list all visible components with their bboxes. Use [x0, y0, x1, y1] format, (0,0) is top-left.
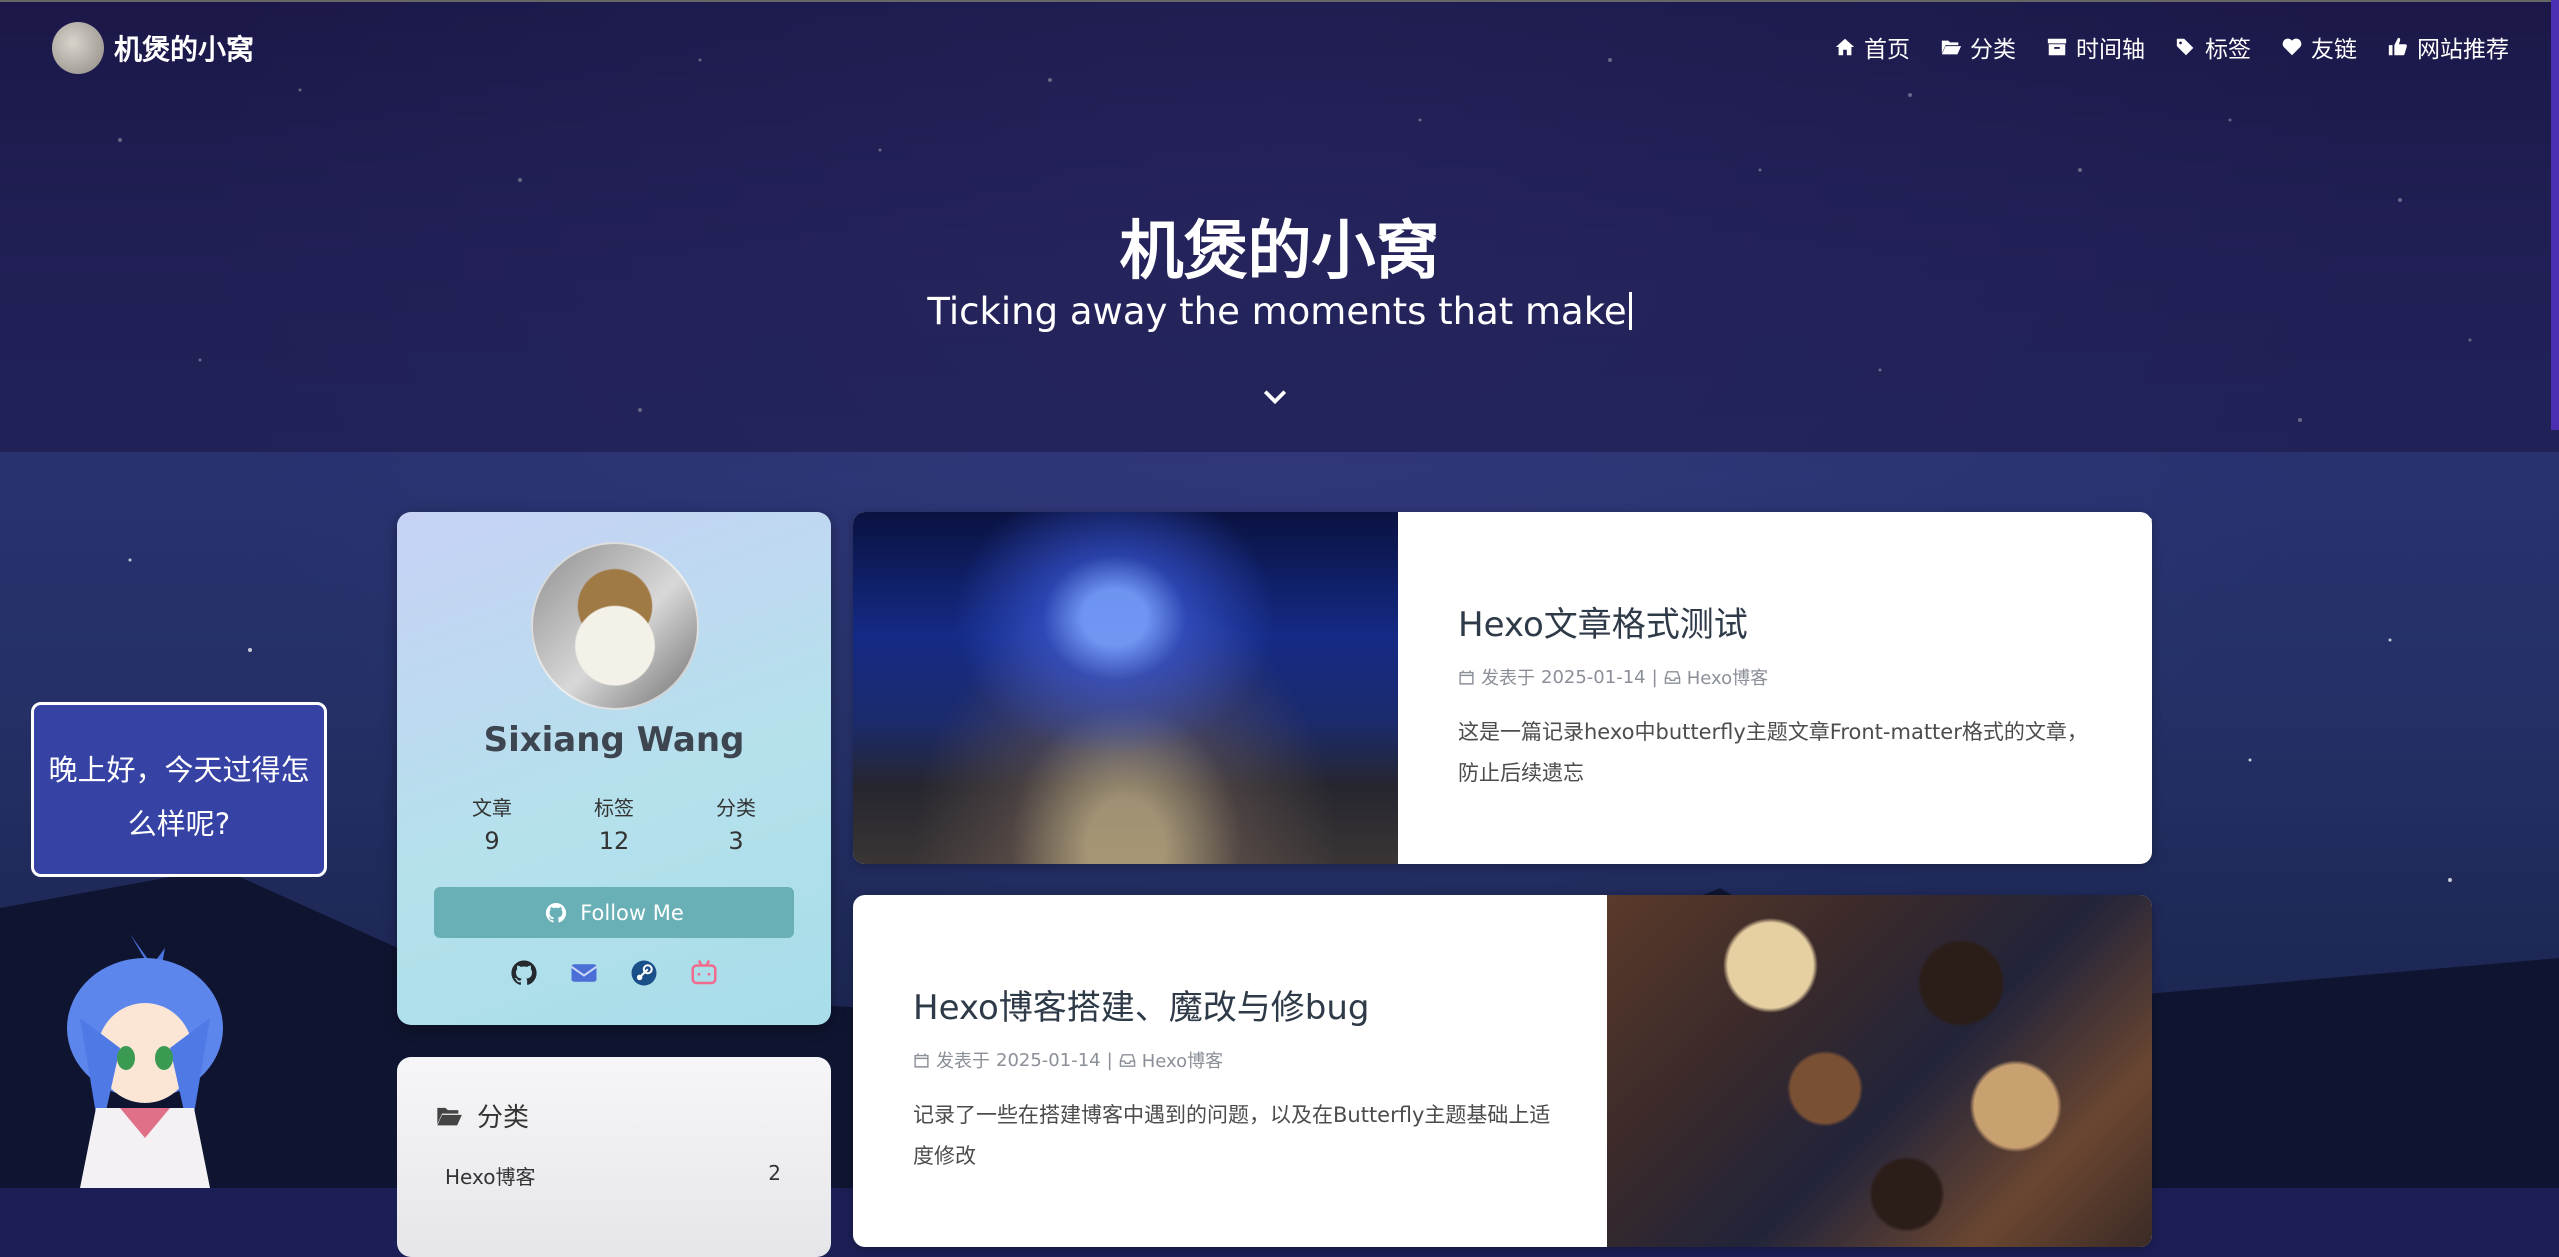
meta-separator: |	[1651, 666, 1658, 688]
post-cover-image[interactable]	[1607, 895, 2152, 1247]
nav-item-timeline[interactable]: 时间轴	[2046, 30, 2145, 64]
tags-icon	[2176, 38, 2194, 56]
stat-value: 12	[598, 827, 630, 855]
home-icon	[1835, 38, 1855, 56]
category-card-title: 分类	[435, 1097, 529, 1134]
calendar-icon	[1459, 669, 1474, 685]
post-date-prefix: 发表于	[1481, 668, 1535, 689]
thumbs-up-icon	[2388, 37, 2407, 56]
avatar[interactable]	[531, 542, 699, 710]
profile-card: Sixiang Wang 文章 9 标签 12 分类 3 Follow Me	[397, 512, 831, 1025]
mascot-character[interactable]	[60, 928, 230, 1188]
post-excerpt: 记录了一些在搭建博客中遇到的问题，以及在Butterfly主题基础上适度修改	[913, 1103, 1551, 1168]
nav-label: 时间轴	[2076, 37, 2145, 63]
github-icon[interactable]	[509, 958, 539, 988]
steam-icon[interactable]	[629, 958, 659, 988]
nav-label: 首页	[1864, 37, 1910, 63]
greeting-bubble: 晚上好，今天过得怎么样呢?	[31, 702, 327, 877]
nav-label: 网站推荐	[2417, 37, 2509, 63]
folder-open-icon	[1941, 40, 1962, 55]
social-links	[397, 958, 831, 988]
post-info: Hexo文章格式测试 发表于 2025-01-14 | Hexo博客 这是一篇记…	[1458, 512, 2098, 864]
chevron-down-icon[interactable]	[1262, 383, 1288, 409]
stat-value: 9	[484, 827, 500, 855]
post-category[interactable]: Hexo博客	[1687, 664, 1768, 690]
stat-value: 3	[728, 827, 744, 855]
site-subtitle: Ticking away the moments that make	[0, 290, 2559, 333]
category-item-hexo[interactable]: Hexo博客 2	[445, 1161, 781, 1190]
category-name: Hexo博客	[445, 1165, 536, 1189]
post-meta: 发表于 2025-01-14 | Hexo博客	[1458, 664, 2098, 690]
folder-open-icon	[437, 1107, 462, 1125]
logo-avatar	[52, 22, 104, 74]
top-border	[0, 0, 2559, 2]
nav-item-home[interactable]: 首页	[1834, 30, 1910, 64]
subtitle-text: Ticking away the moments that make	[927, 290, 1627, 333]
meta-separator: |	[1106, 1049, 1113, 1071]
logo-text: 机煲的小窝	[114, 33, 255, 66]
typing-cursor	[1628, 292, 1632, 330]
stat-label: 文章	[472, 796, 512, 820]
stat-tags[interactable]: 标签 12	[559, 792, 669, 855]
nav-item-links[interactable]: 友链	[2281, 30, 2357, 64]
category-count: 2	[768, 1161, 781, 1185]
calendar-icon	[914, 1052, 929, 1068]
follow-me-button[interactable]: Follow Me	[434, 887, 794, 938]
post-title[interactable]: Hexo博客搭建、魔改与修bug	[913, 980, 1553, 1029]
site-logo[interactable]: 机煲的小窝	[52, 22, 254, 74]
post-info: Hexo博客搭建、魔改与修bug 发表于 2025-01-14 | Hexo博客…	[913, 895, 1553, 1247]
inbox-icon	[1119, 1053, 1135, 1067]
stat-categories[interactable]: 分类 3	[681, 792, 791, 855]
category-card: 分类 Hexo博客 2	[397, 1057, 831, 1257]
post-meta: 发表于 2025-01-14 | Hexo博客	[913, 1047, 1553, 1073]
nav-label: 友链	[2311, 37, 2357, 63]
nav-label: 标签	[2205, 37, 2251, 63]
post-excerpt: 这是一篇记录hexo中butterfly主题文章Front-matter格式的文…	[1458, 720, 2088, 785]
inbox-icon	[1664, 670, 1680, 684]
email-icon[interactable]	[569, 958, 599, 988]
nav-item-categories[interactable]: 分类	[1940, 30, 2016, 64]
post-title[interactable]: Hexo文章格式测试	[1458, 597, 2098, 646]
post-date: 2025-01-14	[1541, 666, 1646, 688]
nav-label: 分类	[1970, 37, 2016, 63]
post-card[interactable]: Hexo文章格式测试 发表于 2025-01-14 | Hexo博客 这是一篇记…	[853, 512, 2152, 864]
archive-icon	[2047, 38, 2067, 56]
follow-label: Follow Me	[580, 900, 684, 925]
stat-articles[interactable]: 文章 9	[437, 792, 547, 855]
site-title: 机煲的小窝	[1119, 215, 1440, 289]
post-date: 2025-01-14	[996, 1049, 1101, 1071]
main-nav: 首页 分类 时间轴 标签 友链 网站推荐	[1834, 30, 2509, 64]
stat-label: 分类	[716, 796, 756, 820]
bilibili-icon[interactable]	[689, 958, 719, 988]
post-card[interactable]: Hexo博客搭建、魔改与修bug 发表于 2025-01-14 | Hexo博客…	[853, 895, 2152, 1247]
post-date-prefix: 发表于	[936, 1051, 990, 1072]
nav-item-tags[interactable]: 标签	[2175, 30, 2251, 64]
author-name: Sixiang Wang	[483, 720, 745, 760]
site-stats: 文章 9 标签 12 分类 3	[437, 792, 791, 855]
post-category[interactable]: Hexo博客	[1142, 1047, 1223, 1073]
post-cover-image[interactable]	[853, 512, 1398, 864]
category-title-text: 分类	[477, 1103, 530, 1133]
nav-item-recommend[interactable]: 网站推荐	[2387, 30, 2509, 64]
stat-label: 标签	[594, 796, 634, 820]
github-icon	[546, 902, 567, 923]
heart-icon	[2282, 38, 2302, 56]
